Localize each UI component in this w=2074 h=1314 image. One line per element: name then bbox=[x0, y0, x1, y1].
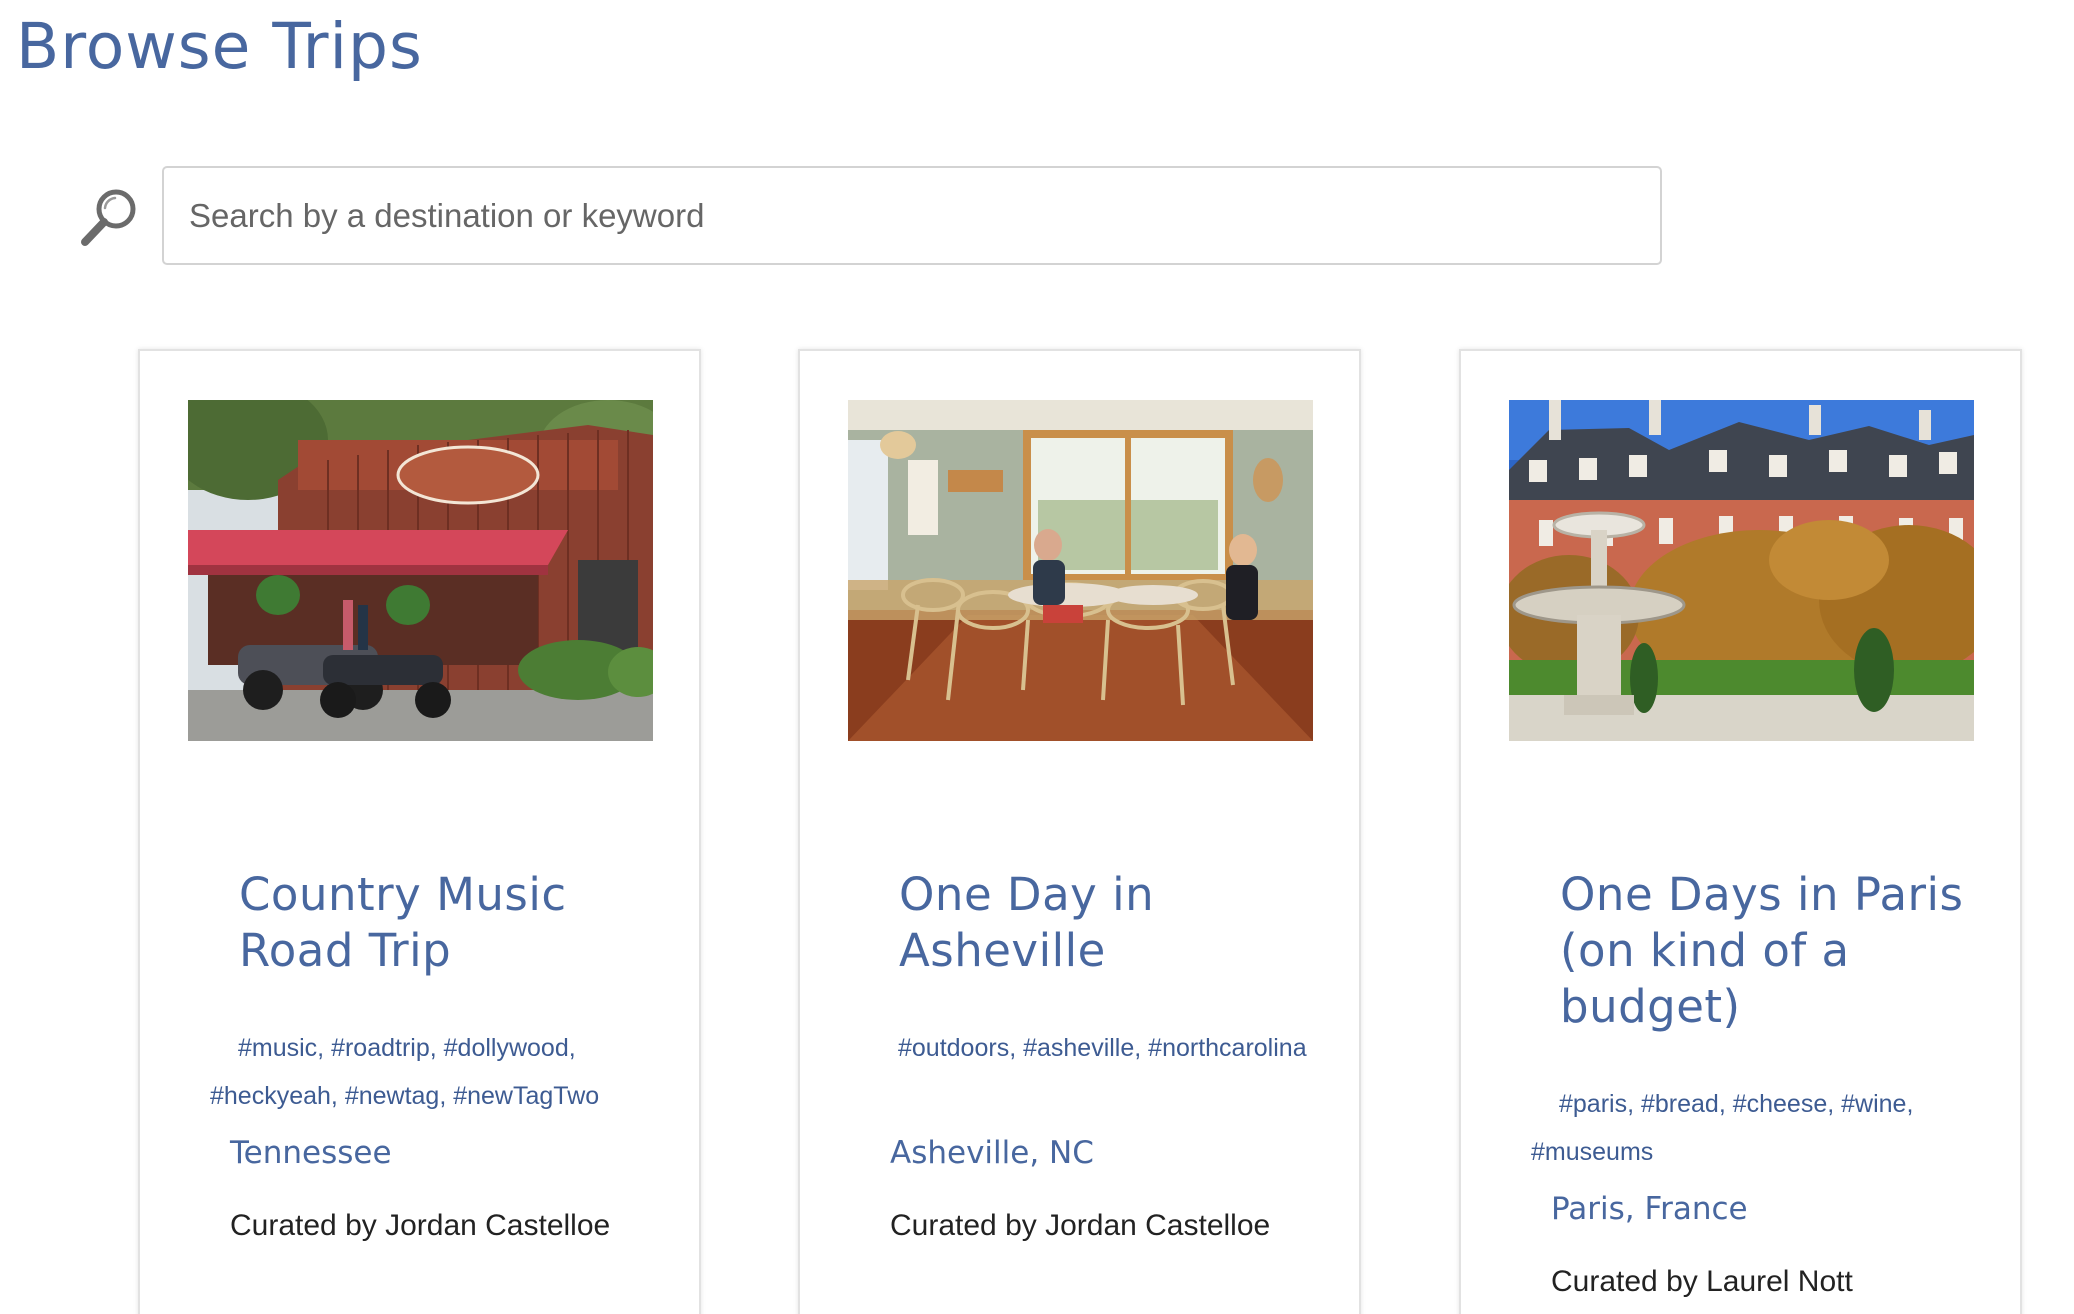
trip-location: Tennessee bbox=[230, 1135, 392, 1171]
trip-tags: #music, #roadtrip, #dollywood, #heckyeah… bbox=[210, 1034, 600, 1110]
trip-title[interactable]: One Days in Paris (on kind of a budget) bbox=[1560, 867, 1980, 1035]
trip-location: Paris, France bbox=[1551, 1191, 1748, 1227]
trip-location: Asheville, NC bbox=[890, 1135, 1094, 1171]
trip-image-paris[interactable] bbox=[1509, 400, 1974, 741]
trip-image-cafe[interactable] bbox=[848, 400, 1313, 741]
trip-card[interactable]: Country Music Road Trip #music, #roadtri… bbox=[138, 349, 701, 1314]
trip-tags: #outdoors, #asheville, #northcarolina bbox=[898, 1034, 1307, 1062]
search-bar bbox=[78, 166, 1668, 267]
trip-curator: Curated by Jordan Castelloe bbox=[890, 1209, 1271, 1242]
trip-curator: Curated by Laurel Nott bbox=[1551, 1265, 1853, 1298]
trip-title[interactable]: Country Music Road Trip bbox=[239, 867, 659, 979]
page-title: Browse Trips bbox=[16, 10, 423, 83]
trip-tags: #paris, #bread, #cheese, #wine, #museums bbox=[1531, 1090, 1914, 1166]
trip-image-country-store[interactable] bbox=[188, 400, 653, 741]
trip-curator: Curated by Jordan Castelloe bbox=[230, 1209, 611, 1242]
browse-trips-page: Browse Trips Search by a destination or … bbox=[0, 0, 2074, 1314]
trip-card[interactable]: One Day in Asheville #outdoors, #ashevil… bbox=[798, 349, 1361, 1314]
trip-card[interactable]: One Days in Paris (on kind of a budget) … bbox=[1459, 349, 2022, 1314]
search-input[interactable] bbox=[162, 166, 1662, 265]
search-icon[interactable] bbox=[78, 185, 142, 249]
trip-title[interactable]: One Day in Asheville bbox=[899, 867, 1319, 979]
